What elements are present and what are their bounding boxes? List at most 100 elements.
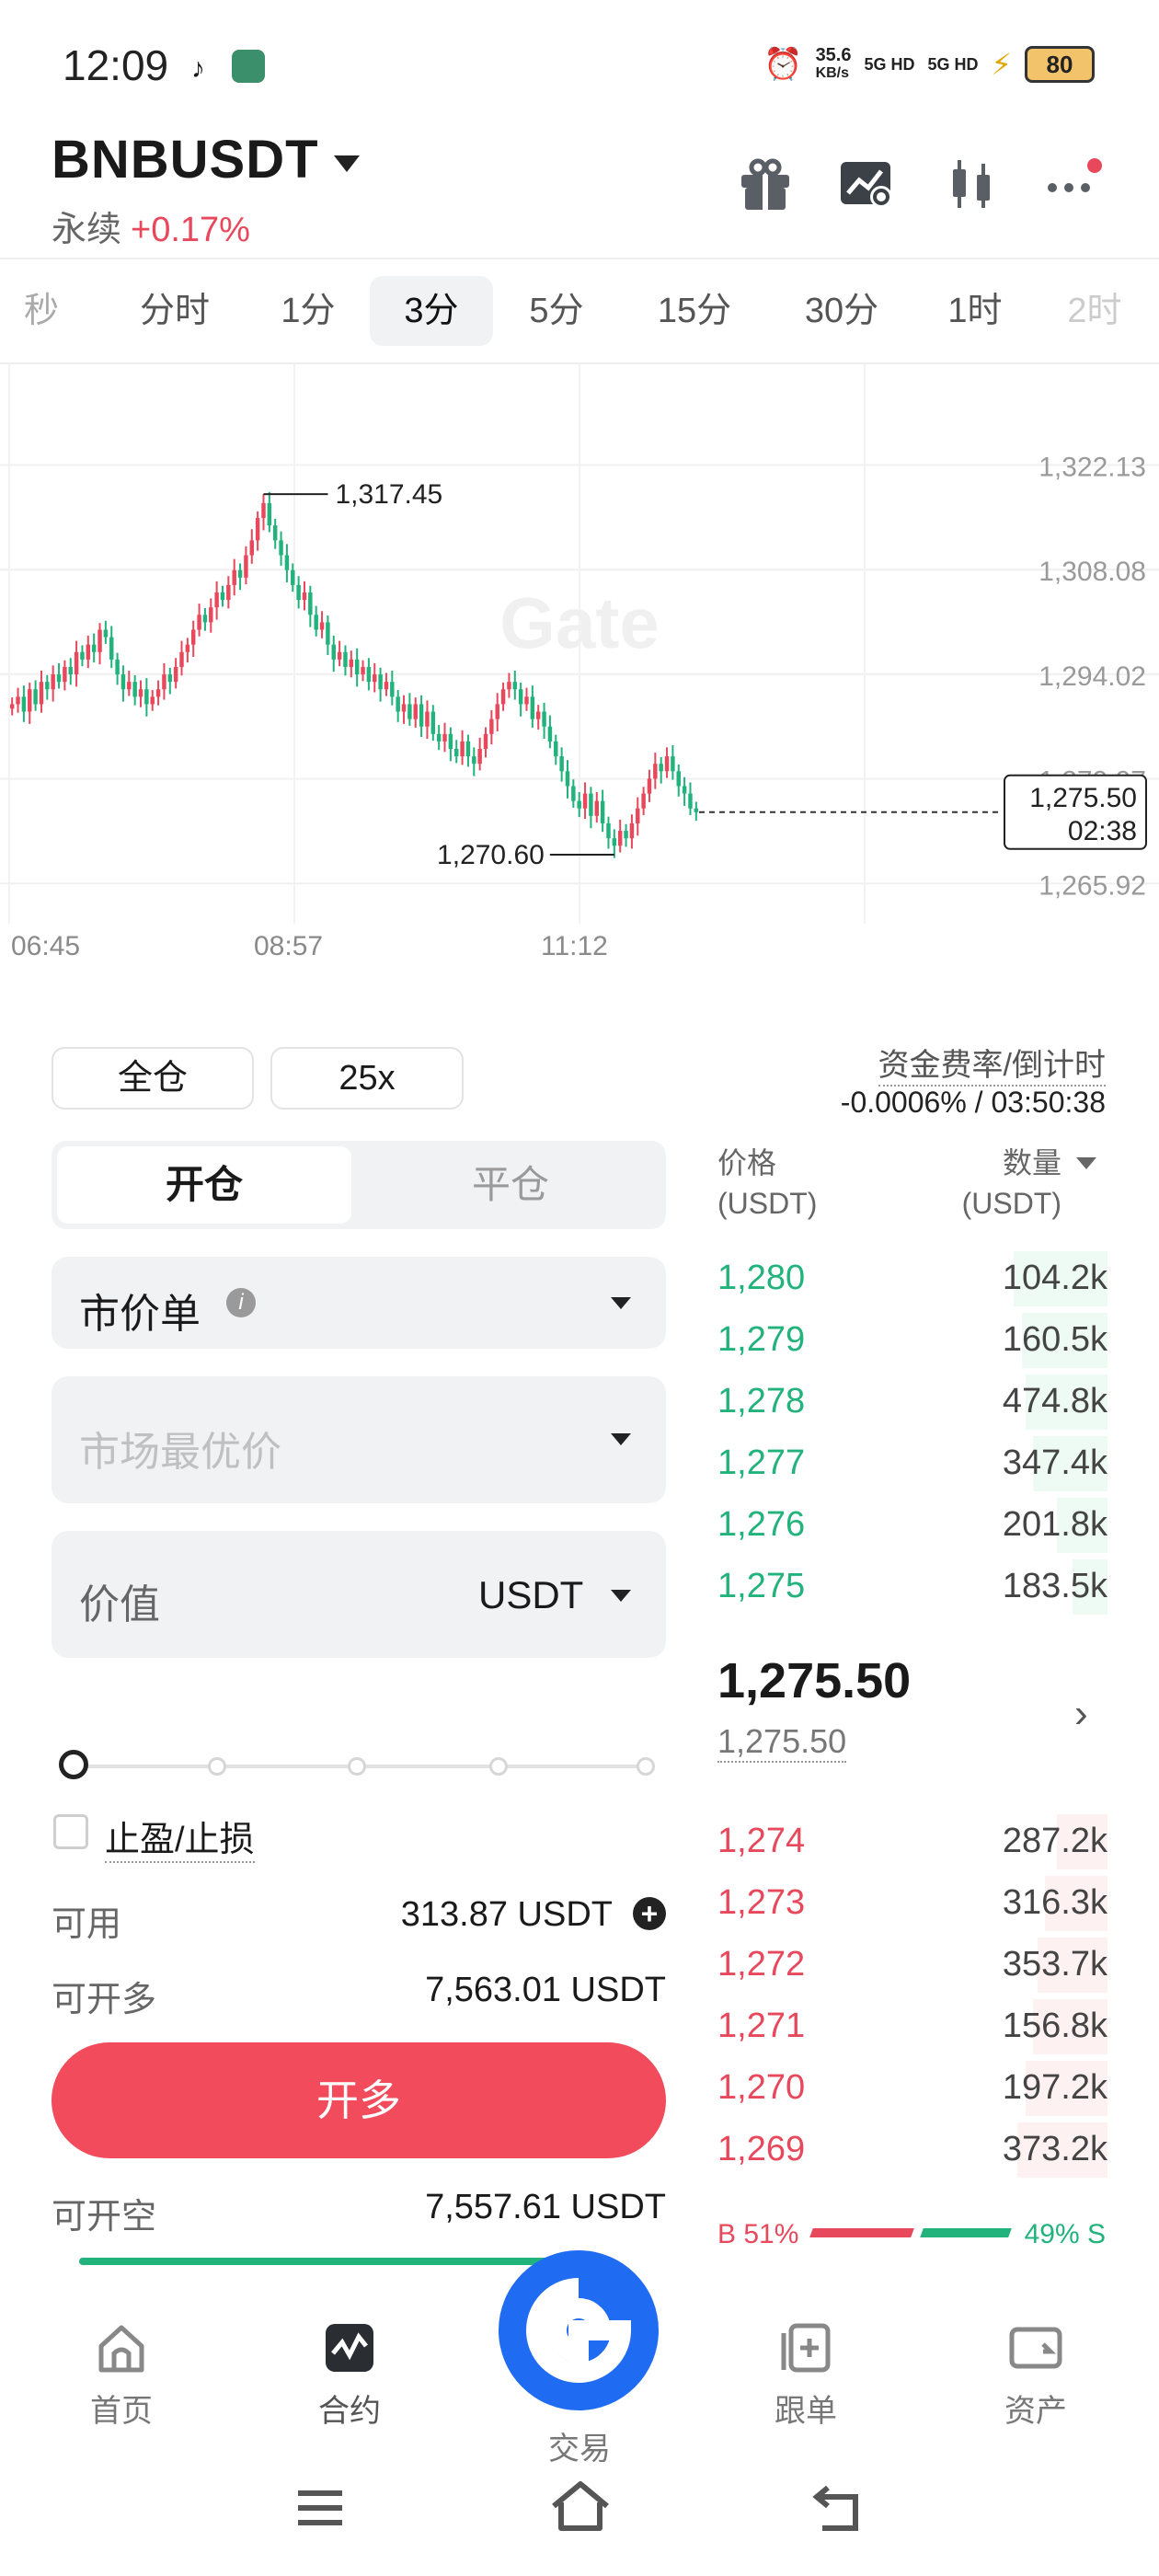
candlestick-icon[interactable] — [942, 155, 1001, 213]
nav-futures[interactable]: 合约 — [285, 2318, 414, 2431]
orderbook-asks-bottom: 1,274 287.2k 1,273 316.3k 1,272 353.7k 1,27… — [717, 1814, 1107, 2182]
book-row[interactable]: 1,273 316.3k — [717, 1876, 1107, 1931]
slider-stop-75[interactable] — [489, 1757, 508, 1776]
slider-stop-50[interactable] — [348, 1757, 366, 1776]
book-price: 1,275 — [717, 1567, 806, 1605]
pair-selector[interactable]: BNBUSDT — [52, 129, 360, 190]
add-funds-icon[interactable]: + — [633, 1897, 666, 1930]
candle-body — [244, 555, 248, 578]
info-icon[interactable]: i — [226, 1288, 256, 1317]
book-row[interactable]: 1,280 104.2k — [717, 1251, 1107, 1306]
margin-mode-button[interactable]: 全仓 — [52, 1047, 254, 1110]
tab-seconds[interactable]: 秒 — [0, 276, 83, 346]
book-price: 1,276 — [717, 1505, 806, 1544]
candle-body — [197, 615, 201, 630]
mark-price[interactable]: 1,275.50 — [717, 1722, 847, 1763]
book-price: 1,278 — [717, 1382, 806, 1420]
price-chart[interactable]: Gate 1,322.131,308.081,294.021,279.971,2… — [0, 362, 1159, 972]
tab-3m[interactable]: 3分 — [370, 276, 493, 346]
tpsl-checkbox[interactable] — [53, 1814, 88, 1849]
candle-body — [582, 793, 588, 809]
candle-body — [472, 756, 476, 765]
candle-body — [272, 525, 278, 541]
slider-stop-100[interactable] — [637, 1757, 655, 1776]
candle-body — [460, 741, 465, 757]
candle-body — [396, 696, 400, 712]
tpsl-label[interactable]: 止盈/止损 — [105, 1811, 255, 1863]
candle-body — [419, 704, 424, 727]
candle-body — [284, 555, 290, 570]
clock: 12:09 — [63, 41, 169, 89]
nav-home[interactable]: 首页 — [57, 2318, 186, 2431]
price-header-label: 价格 — [717, 1146, 777, 1179]
more-icon[interactable] — [1045, 155, 1104, 213]
book-row[interactable]: 1,272 353.7k — [717, 1938, 1107, 1993]
book-row[interactable]: 1,269 373.2k — [717, 2122, 1107, 2178]
tab-1m[interactable]: 1分 — [258, 276, 359, 346]
candle-body — [214, 592, 219, 608]
book-qty: 474.8k — [1002, 1382, 1107, 1420]
home-button-icon[interactable] — [548, 2477, 613, 2536]
funding-rate-label[interactable]: 资金费率/倒计时 — [878, 1040, 1106, 1087]
candle-body — [144, 689, 149, 705]
price-input[interactable]: 市场最优价 — [52, 1376, 666, 1503]
candle-body — [361, 666, 365, 675]
book-row[interactable]: 1,275 183.5k — [717, 1559, 1107, 1615]
book-row[interactable]: 1,278 474.8k — [717, 1374, 1107, 1430]
tab-30m[interactable]: 30分 — [782, 276, 901, 346]
candle-body — [425, 711, 430, 727]
amount-unit-select[interactable]: USDT — [478, 1573, 583, 1617]
slider-stop-25[interactable] — [208, 1757, 226, 1776]
tab-timeshare[interactable]: 分时 — [120, 276, 230, 346]
amount-input[interactable]: 价值 USDT — [52, 1531, 666, 1658]
candle-body — [226, 584, 231, 601]
candle-body — [337, 651, 342, 660]
candle-body — [45, 682, 50, 690]
chart-settings-icon[interactable] — [837, 155, 896, 213]
gate-logo-icon — [526, 2278, 632, 2383]
order-type-select[interactable]: 市价单 i — [52, 1257, 666, 1349]
open-long-button[interactable]: 开多 — [52, 2042, 666, 2158]
candle-body — [671, 756, 675, 772]
candle-body — [237, 569, 243, 578]
book-row[interactable]: 1,279 160.5k — [717, 1313, 1107, 1368]
tab-5m[interactable]: 5分 — [506, 276, 607, 346]
tab-15m[interactable]: 15分 — [635, 276, 754, 346]
candle-body — [314, 615, 318, 630]
book-row[interactable]: 1,277 347.4k — [717, 1436, 1107, 1491]
qty-header[interactable]: 数量 (USDT) — [962, 1143, 1061, 1224]
contract-type: 永续 — [52, 211, 122, 249]
tab-close-position[interactable]: 平仓 — [361, 1146, 660, 1224]
candle-body — [495, 704, 499, 719]
candle-body — [98, 629, 102, 652]
book-row[interactable]: 1,271 156.8k — [717, 1999, 1107, 2054]
candle-body — [349, 659, 354, 667]
back-icon[interactable] — [809, 2480, 865, 2536]
book-qty: 353.7k — [1002, 1945, 1107, 1984]
chevron-down-icon — [1076, 1157, 1096, 1169]
leverage-button[interactable]: 25x — [270, 1047, 464, 1110]
amount-slider-thumb[interactable] — [59, 1750, 88, 1779]
countdown-label: 02:38 — [1068, 816, 1137, 846]
tab-1h[interactable]: 1时 — [929, 276, 1021, 346]
candle-body — [676, 771, 681, 787]
trade-fab[interactable] — [499, 2250, 659, 2410]
menu-icon[interactable] — [293, 2480, 348, 2536]
nav-copytrade[interactable]: 跟单 — [741, 2318, 870, 2431]
book-row[interactable]: 1,274 287.2k — [717, 1814, 1107, 1869]
price-header: 价格 (USDT) — [717, 1143, 817, 1224]
candle-body — [554, 741, 558, 757]
price-header-unit: (USDT) — [717, 1187, 818, 1220]
nav-assets[interactable]: 资产 — [971, 2318, 1100, 2431]
price-tick-label: 1,308.08 — [1039, 557, 1146, 587]
book-row[interactable]: 1,276 201.8k — [717, 1498, 1107, 1553]
gift-icon[interactable] — [736, 155, 795, 213]
book-row[interactable]: 1,270 197.2k — [717, 2061, 1107, 2116]
tab-2h[interactable]: 2时 — [1049, 276, 1141, 346]
candle-body — [524, 696, 529, 705]
sell-ratio-bar — [920, 2228, 1012, 2237]
candle-body — [162, 674, 166, 690]
tab-open-position[interactable]: 开仓 — [57, 1146, 351, 1224]
candle-body — [465, 741, 471, 757]
chevron-right-icon[interactable]: › — [1074, 1691, 1088, 1737]
